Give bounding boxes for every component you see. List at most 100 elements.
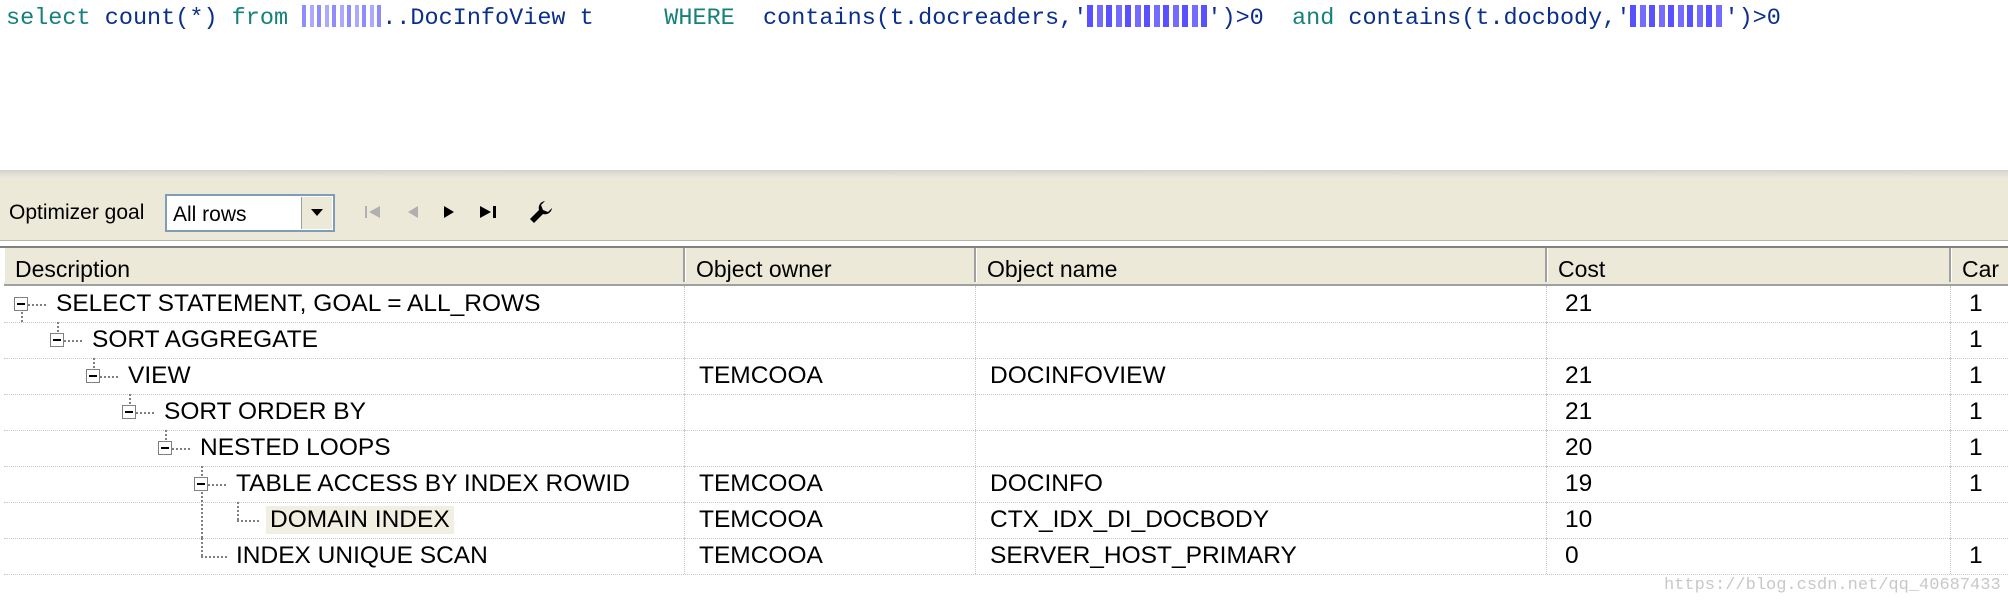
last-icon[interactable]	[472, 196, 506, 228]
optimizer-goal-value: All rows	[173, 203, 247, 226]
name-cell: DOCINFO	[976, 466, 1547, 502]
explain-plan-grid[interactable]: Description Object owner Object name Cos…	[0, 246, 2008, 608]
plan-toolbar: Optimizer goal All rows	[0, 178, 2008, 241]
sql-editor[interactable]: select count(*) from ..DocInfoView t WHE…	[0, 0, 2008, 170]
cost-cell: 21	[1547, 358, 1951, 394]
cardinality-cell: 1	[1969, 290, 1983, 317]
optimizer-goal-select[interactable]: All rows	[165, 194, 335, 232]
watermark-text: https://blog.csdn.net/qq_40687433	[1664, 576, 2001, 595]
tree-connector	[237, 502, 239, 520]
table-row[interactable]: SELECT STATEMENT, GOAL = ALL_ROWS 21 1	[4, 286, 2008, 323]
grid-header: Description Object owner Object name Cos…	[4, 248, 2008, 286]
tree-connector	[129, 394, 131, 404]
description-text: SORT ORDER BY	[164, 398, 366, 425]
description-cell: SORT AGGREGATE	[4, 312, 685, 358]
description-text: NESTED LOOPS	[200, 434, 391, 461]
table-row[interactable]: TABLE ACCESS BY INDEX ROWID TEMCOOA DOCI…	[4, 466, 2008, 538]
tree-connector	[208, 484, 226, 486]
table-row[interactable]: NESTED LOOPS 20 1	[4, 430, 2008, 467]
owner-cell: TEMCOOA	[685, 502, 976, 538]
column-header-object-name[interactable]: Object name	[976, 248, 1547, 282]
owner-cell: TEMCOOA	[685, 466, 976, 502]
tree-connector	[100, 376, 118, 378]
column-header-cost[interactable]: Cost	[1547, 248, 1951, 282]
sql-condition-2-end: ')>0	[1724, 5, 1781, 32]
collapse-icon[interactable]	[86, 369, 100, 383]
table-row[interactable]: DOMAIN INDEX TEMCOOA CTX_IDX_DI_DOCBODY …	[4, 502, 2008, 539]
table-row[interactable]: SORT AGGREGATE 1	[4, 312, 2008, 359]
description-text: DOMAIN INDEX	[266, 506, 454, 534]
owner-cell	[685, 286, 976, 322]
description-cell: DOMAIN INDEX	[4, 502, 685, 538]
first-icon[interactable]	[356, 196, 390, 228]
collapse-icon[interactable]	[158, 441, 172, 455]
table-row[interactable]: VIEW TEMCOOA DOCINFOVIEW 21 1	[4, 358, 2008, 395]
optimizer-goal-label: Optimizer goal	[9, 201, 145, 224]
cost-cell: 21	[1547, 394, 1951, 430]
description-cell: TABLE ACCESS BY INDEX ROWID	[4, 466, 685, 538]
description-cell: SORT ORDER BY	[4, 394, 685, 430]
table-row[interactable]: SORT ORDER BY 21 1	[4, 394, 2008, 431]
tree-connector	[201, 538, 203, 556]
collapse-icon[interactable]	[50, 333, 64, 347]
collapse-icon[interactable]	[194, 477, 208, 491]
column-header-description[interactable]: Description	[4, 248, 685, 282]
cost-cell: 10	[1547, 502, 1951, 538]
tree-connector	[93, 358, 95, 368]
sql-condition-1-end: ')>0	[1207, 5, 1264, 32]
description-text: INDEX UNIQUE SCAN	[236, 542, 488, 569]
tree-connector	[136, 412, 154, 414]
sql-keyword-and: and	[1292, 5, 1335, 32]
tree-connector	[172, 448, 190, 450]
name-cell	[976, 430, 1547, 466]
sql-table: ..DocInfoView t	[382, 5, 594, 32]
cardinality-cell: 1	[1969, 434, 1983, 461]
cardinality-cell: 1	[1969, 398, 1983, 425]
wrench-icon[interactable]	[524, 196, 558, 228]
description-cell: SELECT STATEMENT, GOAL = ALL_ROWS	[4, 286, 685, 322]
description-cell: NESTED LOOPS	[4, 430, 685, 466]
sql-condition-1-start: contains(t.docreaders,'	[763, 5, 1088, 32]
redacted-schema	[302, 5, 383, 27]
cost-cell: 0	[1547, 538, 1951, 574]
cost-cell: 20	[1547, 430, 1951, 466]
next-icon[interactable]	[432, 196, 466, 228]
column-header-object-owner[interactable]: Object owner	[685, 248, 976, 282]
name-cell: CTX_IDX_DI_DOCBODY	[976, 502, 1547, 538]
tree-connector	[237, 520, 259, 522]
name-cell	[976, 394, 1547, 430]
table-row[interactable]: INDEX UNIQUE SCAN TEMCOOA SERVER_HOST_PR…	[4, 538, 2008, 575]
cost-cell	[1547, 322, 1951, 358]
owner-cell: TEMCOOA	[685, 538, 976, 574]
owner-cell: TEMCOOA	[685, 358, 976, 394]
tree-connector	[28, 304, 46, 306]
cardinality-cell: 1	[1969, 470, 1983, 497]
tree-connector	[57, 322, 59, 332]
owner-cell	[685, 394, 976, 430]
cost-cell: 19	[1547, 466, 1951, 502]
chevron-down-icon[interactable]	[301, 197, 332, 229]
sql-text[interactable]: select count(*) from ..DocInfoView t WHE…	[6, 4, 1781, 34]
description-text: SORT AGGREGATE	[92, 326, 319, 353]
cardinality-cell	[1951, 502, 2008, 538]
sql-keyword-from: from	[231, 5, 289, 32]
sql-keyword-select: select	[6, 5, 91, 32]
owner-cell	[685, 322, 976, 358]
collapse-icon[interactable]	[122, 405, 136, 419]
redacted-value-1	[1087, 5, 1208, 27]
cardinality-cell: 1	[1969, 326, 1983, 353]
owner-cell	[685, 430, 976, 466]
cost-cell: 21	[1547, 286, 1951, 322]
column-header-cardinality[interactable]: Car	[1951, 248, 2008, 282]
editor-splitter[interactable]	[0, 170, 2008, 178]
tree-connector	[21, 312, 23, 322]
name-cell: SERVER_HOST_PRIMARY	[976, 538, 1547, 574]
description-cell: INDEX UNIQUE SCAN	[4, 538, 685, 574]
cardinality-cell: 1	[1969, 542, 1983, 569]
collapse-icon[interactable]	[14, 297, 28, 311]
redacted-value-2	[1630, 5, 1725, 27]
description-text: SELECT STATEMENT, GOAL = ALL_ROWS	[56, 290, 541, 317]
name-cell	[976, 322, 1547, 358]
description-text: VIEW	[128, 362, 191, 389]
prev-icon[interactable]	[396, 196, 430, 228]
